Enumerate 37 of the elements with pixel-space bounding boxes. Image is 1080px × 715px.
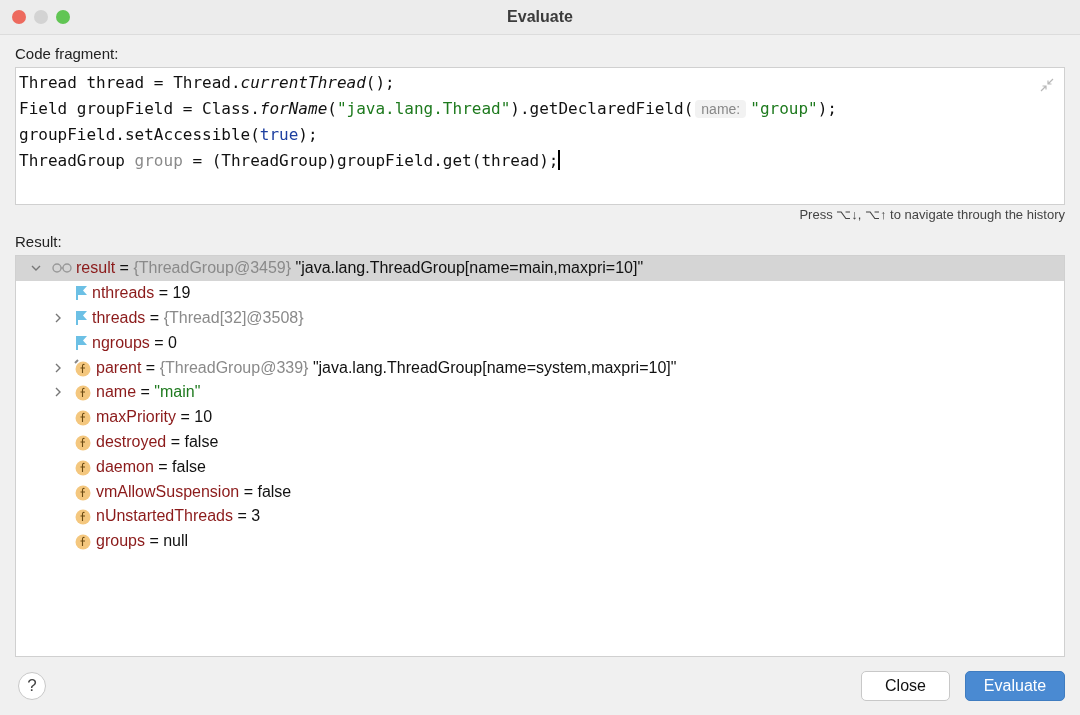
- tree-node-label: ngroups = 0: [92, 333, 177, 352]
- tree-node-label: threads = {Thread[32]@3508}: [92, 309, 304, 327]
- field-icon: [74, 408, 92, 427]
- zoom-window-button[interactable]: [56, 10, 70, 24]
- field-icon: [74, 532, 92, 551]
- window-title: Evaluate: [507, 8, 573, 26]
- close-window-button[interactable]: [12, 10, 26, 24]
- tree-node-label: vmAllowSuspension = false: [96, 482, 292, 501]
- tree-node-label: result = {ThreadGroup@3459} "java.lang.ThreadGroup[name=main,maxpri=10]": [76, 259, 644, 278]
- field-icon: [74, 507, 92, 526]
- close-button[interactable]: Close: [861, 671, 950, 701]
- code-fragment-label: Code fragment:: [15, 45, 119, 62]
- evaluate-button[interactable]: Evaluate: [965, 671, 1065, 701]
- help-button[interactable]: ?: [18, 672, 46, 700]
- tree-node-label: maxPriority = 10: [96, 408, 213, 427]
- code-line: Field groupField = Class.forName("java.lang.Thread").getDeclaredField( name: "group");: [19, 98, 837, 118]
- tree-node-label: nthreads = 19: [92, 284, 191, 303]
- history-hint: Press ⌥↓, ⌥↑ to navigate through the history: [799, 207, 1065, 222]
- tree-node-label: daemon = false: [96, 457, 206, 476]
- code-line: Thread thread = Thread.currentThread();: [19, 72, 395, 92]
- flag-icon: [74, 310, 88, 326]
- tree-node-label: groups = null: [96, 532, 189, 551]
- code-line: ThreadGroup group = (ThreadGroup)groupField.get(thread);: [19, 150, 559, 170]
- collapse-icon[interactable]: [1040, 78, 1054, 92]
- code-editor[interactable]: [15, 67, 1065, 205]
- field-icon: [74, 383, 92, 402]
- tree-node-label: parent = {ThreadGroup@339} "java.lang.ThreadGroup[name=system,maxpri=10]": [96, 358, 677, 377]
- tree-node-label: destroyed = false: [96, 432, 219, 451]
- glasses-icon: [52, 262, 72, 275]
- flag-icon: [74, 334, 88, 351]
- tree-node-label: name = "main": [96, 383, 201, 402]
- tree-node-label: nUnstartedThreads = 3: [96, 507, 261, 526]
- field-with-marker-icon: [74, 358, 92, 377]
- flag-icon: [74, 285, 88, 302]
- tree-row[interactable]: result = {ThreadGroup@3459} "java.lang.ThreadGroup[name=main,maxpri=10]": [16, 256, 1064, 281]
- code-line: groupField.setAccessible(true);: [19, 124, 318, 144]
- result-label: Result:: [15, 233, 62, 250]
